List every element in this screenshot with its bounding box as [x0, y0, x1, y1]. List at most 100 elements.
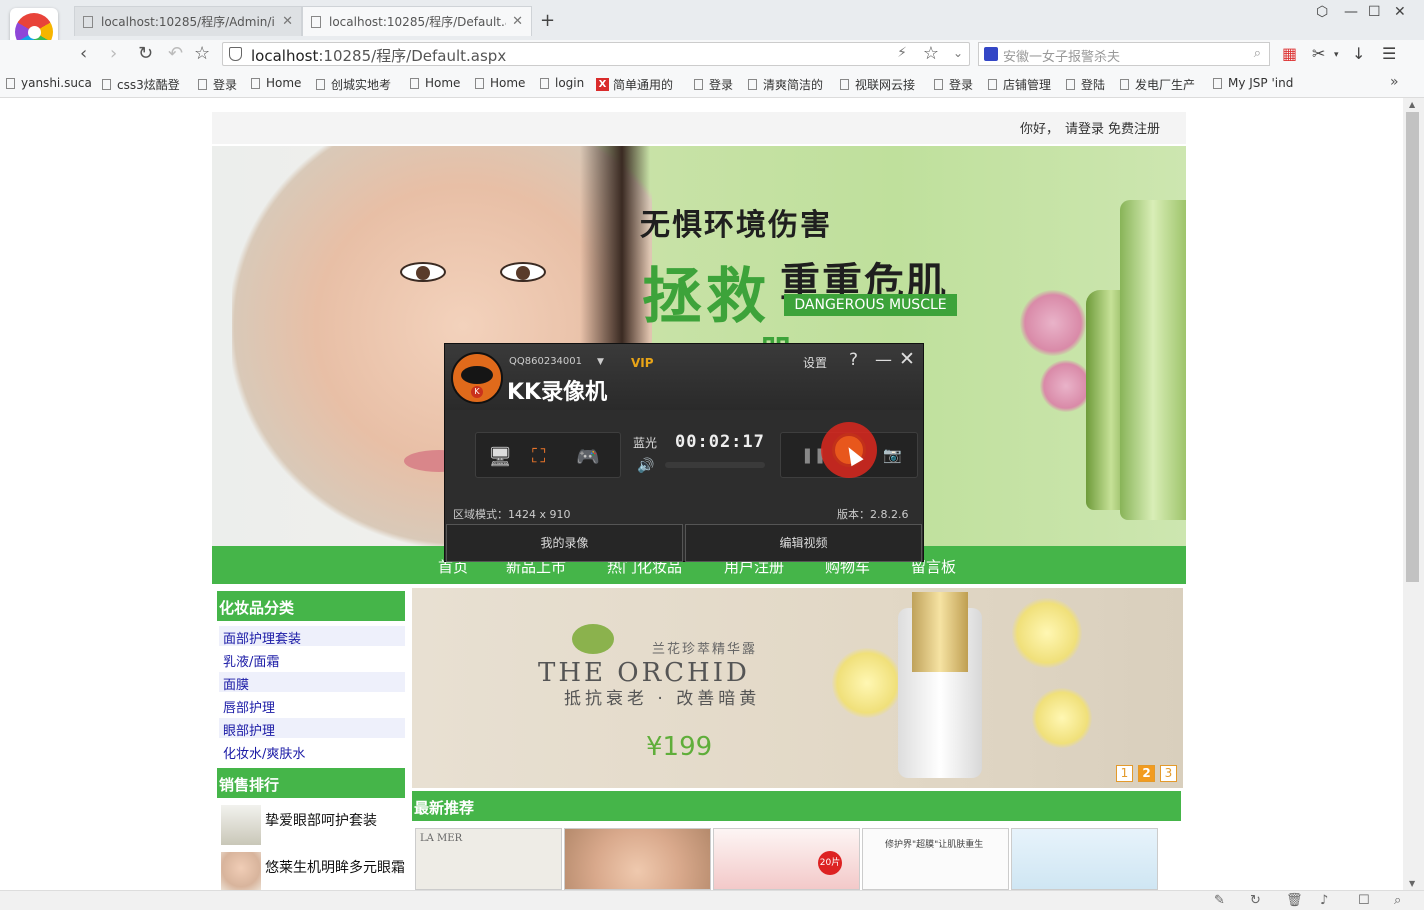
- tab-admin[interactable]: localhost:10285/程序/Admin/i ✕: [74, 6, 302, 36]
- vertical-scrollbar[interactable]: ▲ ▼: [1403, 98, 1424, 890]
- qq-account[interactable]: QQ860234001: [509, 356, 582, 367]
- tab-close-icon[interactable]: ✕: [282, 14, 293, 29]
- fullscreen-mode-icon[interactable]: 🖥: [488, 445, 512, 468]
- minimize-button[interactable]: —: [875, 350, 892, 370]
- bookmark-item[interactable]: yanshi.suca: [6, 76, 92, 90]
- category-item[interactable]: 眼部护理: [219, 718, 405, 739]
- bookmark-item[interactable]: 发电厂生产: [1120, 76, 1195, 93]
- product-card[interactable]: [1011, 828, 1158, 890]
- apps-icon[interactable]: ▦: [1282, 44, 1297, 63]
- lightning-icon[interactable]: ⚡: [897, 45, 907, 61]
- banner-page-3[interactable]: 3: [1160, 765, 1177, 782]
- category-item[interactable]: 面部护理套装: [219, 626, 405, 647]
- bookmark-item[interactable]: 登录: [694, 76, 733, 93]
- search-icon[interactable]: ⌕: [1254, 46, 1261, 61]
- window-icon[interactable]: ☐: [1358, 893, 1370, 908]
- bookmark-item[interactable]: 登录: [934, 76, 973, 93]
- new-tab-button[interactable]: +: [540, 10, 555, 31]
- promo-banner[interactable]: 兰花珍萃精华露 THE ORCHID 抵抗衰老 · 改善暗黄 ¥199: [412, 588, 1183, 788]
- product-badge: 20片: [818, 851, 842, 875]
- banner-subtitle: 兰花珍萃精华露: [652, 642, 758, 657]
- bookmark-item[interactable]: My JSP 'ind: [1213, 76, 1293, 90]
- product-card[interactable]: LA MER: [415, 828, 562, 890]
- bookmark-item[interactable]: Home: [251, 76, 301, 90]
- speaker-icon[interactable]: 🔊: [637, 458, 654, 474]
- chevron-down-icon[interactable]: ▾: [1334, 50, 1339, 60]
- back-icon[interactable]: ‹: [80, 43, 87, 65]
- vip-badge[interactable]: VIP: [631, 356, 654, 370]
- bookmark-item[interactable]: 登陆: [1066, 76, 1105, 93]
- chevron-down-icon[interactable]: ⌄: [953, 46, 963, 60]
- scroll-thumb[interactable]: [1406, 112, 1419, 582]
- edit-video-button[interactable]: 编辑视频: [685, 524, 922, 562]
- bookmark-item[interactable]: Home: [410, 76, 460, 90]
- bookmark-star-icon[interactable]: ☆: [923, 43, 939, 64]
- menu-icon[interactable]: ☰: [1382, 44, 1396, 63]
- bookmark-item[interactable]: 创城实地考: [316, 76, 391, 93]
- account-dropdown-icon[interactable]: ▼: [597, 357, 604, 367]
- bookmark-item[interactable]: 视联网云接: [840, 76, 915, 93]
- hero-tag: DANGEROUS MUSCLE: [784, 294, 957, 316]
- product-card[interactable]: [564, 828, 711, 890]
- ranking-item-title[interactable]: 悠莱生机明眸多元眼霜: [265, 860, 405, 877]
- screenshot-icon[interactable]: 📷: [883, 446, 902, 464]
- scissors-icon[interactable]: ✂: [1312, 44, 1325, 63]
- skin-icon[interactable]: ⬡: [1316, 4, 1328, 20]
- bookmark-item[interactable]: X 简单通用的: [596, 76, 673, 93]
- bookmark-item[interactable]: css3炫酷登: [102, 76, 180, 93]
- volume-icon[interactable]: ♪: [1320, 893, 1328, 908]
- product-card[interactable]: 修护界"超膜"让肌肤重生: [862, 828, 1009, 890]
- quality-label[interactable]: 蓝光: [633, 434, 657, 451]
- ranking-item-title[interactable]: 挚爱眼部呵护套装: [265, 813, 405, 830]
- bookmark-item[interactable]: 登录: [198, 76, 237, 93]
- address-bar[interactable]: localhost:10285/程序/Default.aspx ⚡ ☆ ⌄: [222, 42, 970, 66]
- more-bookmarks-icon[interactable]: »: [1390, 74, 1399, 90]
- volume-slider[interactable]: [665, 462, 765, 468]
- zoom-icon[interactable]: ⌕: [1394, 893, 1401, 908]
- url-text[interactable]: localhost:10285/程序/Default.aspx: [251, 45, 506, 66]
- bookmark-item[interactable]: 清爽简洁的: [748, 76, 823, 93]
- trash-icon[interactable]: 🗑: [1286, 893, 1303, 908]
- category-item[interactable]: 唇部护理: [219, 695, 405, 716]
- bookmark-item[interactable]: login: [540, 76, 584, 90]
- ranking-item[interactable]: 挚爱眼部呵护套装: [221, 805, 407, 849]
- page-icon: [311, 15, 321, 28]
- category-item[interactable]: 面膜: [219, 672, 405, 693]
- pin-icon[interactable]: ✎: [1214, 893, 1225, 908]
- bookmark-item[interactable]: 店铺管理: [988, 76, 1051, 93]
- reload-icon[interactable]: ↻: [138, 43, 153, 65]
- product-card[interactable]: 20片: [713, 828, 860, 890]
- undo-icon[interactable]: ↶: [168, 43, 183, 65]
- game-mode-icon[interactable]: 🎮: [576, 445, 600, 468]
- close-button[interactable]: ✕: [899, 348, 915, 370]
- category-item[interactable]: 化妆水/爽肤水: [219, 741, 405, 762]
- help-button[interactable]: ?: [849, 350, 858, 370]
- settings-button[interactable]: 设置: [803, 354, 827, 371]
- tab-default[interactable]: localhost:10285/程序/Default.a ✕: [302, 6, 532, 36]
- banner-page-2[interactable]: 2: [1138, 765, 1155, 782]
- region-mode-info: 区域模式：1424 x 910: [453, 508, 571, 521]
- banner-page-1[interactable]: 1: [1116, 765, 1133, 782]
- recorder-title: KK录像机: [507, 380, 608, 405]
- my-videos-button[interactable]: 我的录像: [446, 524, 683, 562]
- download-icon[interactable]: ↓: [1352, 44, 1365, 63]
- tab-close-icon[interactable]: ✕: [512, 14, 523, 29]
- scroll-down-icon[interactable]: ▼: [1409, 879, 1415, 888]
- product-bottle-image: [1120, 200, 1186, 520]
- scroll-up-icon[interactable]: ▲: [1409, 100, 1415, 109]
- favorite-icon[interactable]: ☆: [194, 43, 210, 65]
- register-link[interactable]: 免费注册: [1108, 118, 1160, 137]
- product-thumbnail: [221, 852, 261, 892]
- search-box[interactable]: 安徽一女子报警杀夫 ⌕: [978, 42, 1270, 66]
- status-bar: [0, 890, 1424, 910]
- refresh-icon[interactable]: ↻: [1250, 893, 1261, 908]
- minimize-window-icon[interactable]: —: [1344, 4, 1358, 20]
- forward-icon[interactable]: ›: [110, 43, 117, 65]
- close-window-icon[interactable]: ✕: [1394, 4, 1406, 20]
- region-mode-icon[interactable]: ⛶: [532, 445, 545, 467]
- category-item[interactable]: 乳液/面霜: [219, 649, 405, 670]
- login-link[interactable]: 请登录: [1065, 118, 1104, 137]
- bookmark-item[interactable]: Home: [475, 76, 525, 90]
- search-input[interactable]: 安徽一女子报警杀夫: [1003, 46, 1120, 65]
- maximize-window-icon[interactable]: ☐: [1368, 4, 1381, 20]
